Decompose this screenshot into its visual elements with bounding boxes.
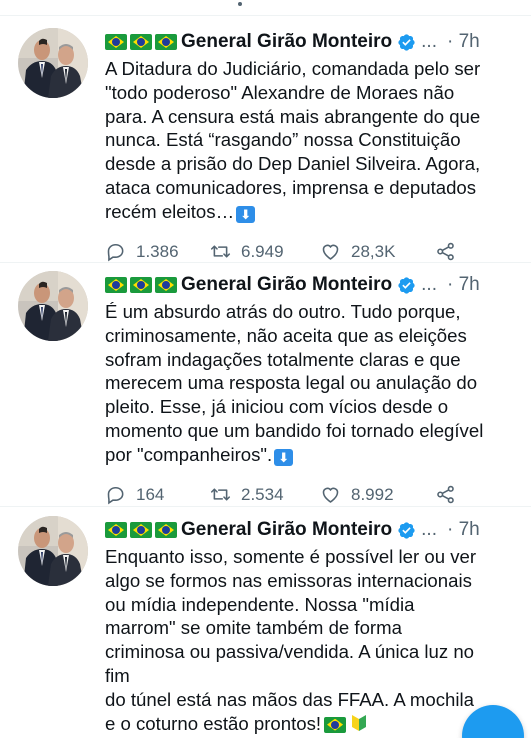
tweet-text-line: sofram indagações totalmente claras e qu… — [105, 348, 461, 370]
tweet-text-line: pleito. Esse, já iniciou com vícios desd… — [105, 396, 449, 418]
tweet-text-line-last: recém eleitos… ⬇ — [105, 200, 525, 224]
tweet-text-line: fim — [105, 664, 130, 686]
tweet-text-line: criminosa ou passiva/vendida. A única lu… — [105, 641, 474, 663]
retweet-icon — [210, 241, 231, 262]
heart-icon — [320, 241, 341, 262]
reply-count: 1.386 — [136, 241, 179, 261]
tweet-text-line: criminosamente, não aceita que as eleiçõ… — [105, 324, 467, 346]
top-strip — [0, 0, 531, 16]
brazil-flag-emoji-icon — [130, 34, 152, 50]
separator-dot — [238, 2, 242, 6]
tweet-timestamp[interactable]: · 7h — [447, 31, 480, 53]
reply-button[interactable]: 164 — [105, 484, 210, 505]
tweet-divider — [0, 506, 531, 507]
tweet-actions: 164 2.534 8.992 — [105, 483, 525, 507]
verified-badge-icon — [397, 276, 416, 295]
share-button[interactable] — [435, 241, 466, 262]
tweet-text-fragment: e o coturno estão prontos! — [105, 712, 322, 734]
brazil-flag-emoji-icon — [130, 277, 152, 293]
retweet-count: 6.949 — [241, 241, 284, 261]
tweet-text-line: ou mídia independente. Nossa "mídia — [105, 593, 415, 615]
reply-count: 164 — [136, 484, 165, 504]
share-button[interactable] — [435, 484, 466, 505]
brazil-flag-emoji-icon — [155, 34, 177, 50]
author-avatar[interactable] — [18, 516, 88, 586]
tweet-text-line: do túnel está nas mãos das FFAA. A mochi… — [105, 688, 474, 710]
tweet-content: General Girão Monteiro ... · 7h Enquanto… — [105, 516, 525, 735]
tweet-text-line: nunca. Está “rasgando” nossa Constituiçã… — [105, 129, 461, 151]
author-avatar[interactable] — [18, 271, 88, 341]
verified-badge-icon — [397, 521, 416, 540]
tweet-content: General Girão Monteiro ... · 7h É um abs… — [105, 271, 525, 507]
brazil-flag-emoji-icon — [130, 522, 152, 538]
reply-icon — [105, 484, 126, 505]
more-options[interactable]: ... — [421, 519, 437, 541]
brazil-flag-emoji-icon — [324, 716, 347, 733]
down-arrow-emoji-icon: ⬇ — [274, 448, 294, 466]
tweet-text-line: "todo poderoso" Alexandre de Moraes não — [105, 81, 455, 103]
brazil-flag-emoji-icon — [105, 34, 127, 50]
author-name[interactable]: General Girão Monteiro — [181, 274, 392, 296]
like-button[interactable]: 28,3K — [320, 241, 435, 262]
more-options[interactable]: ... — [421, 31, 437, 53]
brazil-flag-emoji-icon — [105, 277, 127, 293]
heart-icon — [320, 484, 341, 505]
like-button[interactable]: 8.992 — [320, 484, 435, 505]
tweet-text: A Ditadura do Judiciário, comandada pelo… — [105, 57, 525, 224]
share-icon — [435, 241, 456, 262]
tweet-header: General Girão Monteiro ... · 7h — [105, 516, 525, 544]
tweet-header: General Girão Monteiro ... · 7h — [105, 28, 525, 56]
retweet-icon — [210, 484, 231, 505]
like-count: 8.992 — [351, 484, 394, 504]
tweet-header: General Girão Monteiro ... · 7h — [105, 271, 525, 299]
japanese-beginner-symbol-emoji-icon — [351, 714, 367, 732]
like-count: 28,3K — [351, 241, 396, 261]
tweet-text: Enquanto isso, somente é possível ler ou… — [105, 545, 525, 735]
tweet-text-line: desde a prisão do Dep Daniel Silveira. A… — [105, 153, 481, 175]
tweet-text: É um absurdo atrás do outro. Tudo porque… — [105, 300, 525, 467]
author-name[interactable]: General Girão Monteiro — [181, 31, 392, 53]
brazil-flag-emoji-icon — [155, 277, 177, 293]
verified-badge-icon — [397, 33, 416, 52]
tweet-text-line: momento que um bandido foi tornado elegí… — [105, 419, 484, 441]
reply-button[interactable]: 1.386 — [105, 241, 210, 262]
brazil-flag-emoji-icon — [105, 522, 127, 538]
tweet-actions: 1.386 6.949 28,3K — [105, 240, 525, 264]
tweet-text-line: para. A censura está mais abrangente do … — [105, 105, 481, 127]
tweet-divider — [0, 262, 531, 263]
tweet-text-line: merecem uma resposta legal ou anulação d… — [105, 372, 478, 394]
tweet-text-line-last: por "companheiros". ⬇ — [105, 443, 525, 467]
retweet-count: 2.534 — [241, 484, 284, 504]
retweet-button[interactable]: 6.949 — [210, 241, 320, 262]
tweet-timestamp[interactable]: · 7h — [447, 519, 480, 541]
tweet-text-line: Enquanto isso, somente é possível ler ou… — [105, 546, 477, 567]
tweet-content: General Girão Monteiro ... · 7h A Ditadu… — [105, 28, 525, 264]
down-arrow-emoji-icon: ⬇ — [236, 205, 256, 223]
tweet-text-line: marrom" se omite também de forma — [105, 617, 402, 639]
tweet-text-line: A Ditadura do Judiciário, comandada pelo… — [105, 58, 481, 79]
tweet-text-line: ataca comunicadores, imprensa e deputado… — [105, 176, 477, 198]
reply-icon — [105, 241, 126, 262]
retweet-button[interactable]: 2.534 — [210, 484, 320, 505]
tweet-text-fragment: por "companheiros". — [105, 443, 273, 465]
tweet-timestamp[interactable]: · 7h — [447, 274, 480, 296]
tweet-text-line: É um absurdo atrás do outro. Tudo porque… — [105, 301, 461, 322]
brazil-flag-emoji-icon — [155, 522, 177, 538]
more-options[interactable]: ... — [421, 274, 437, 296]
share-icon — [435, 484, 456, 505]
tweet-text-fragment: recém eleitos… — [105, 200, 235, 222]
tweet-text-line: algo se formos nas emissoras internacion… — [105, 569, 472, 591]
author-avatar[interactable] — [18, 28, 88, 98]
author-name[interactable]: General Girão Monteiro — [181, 519, 392, 541]
